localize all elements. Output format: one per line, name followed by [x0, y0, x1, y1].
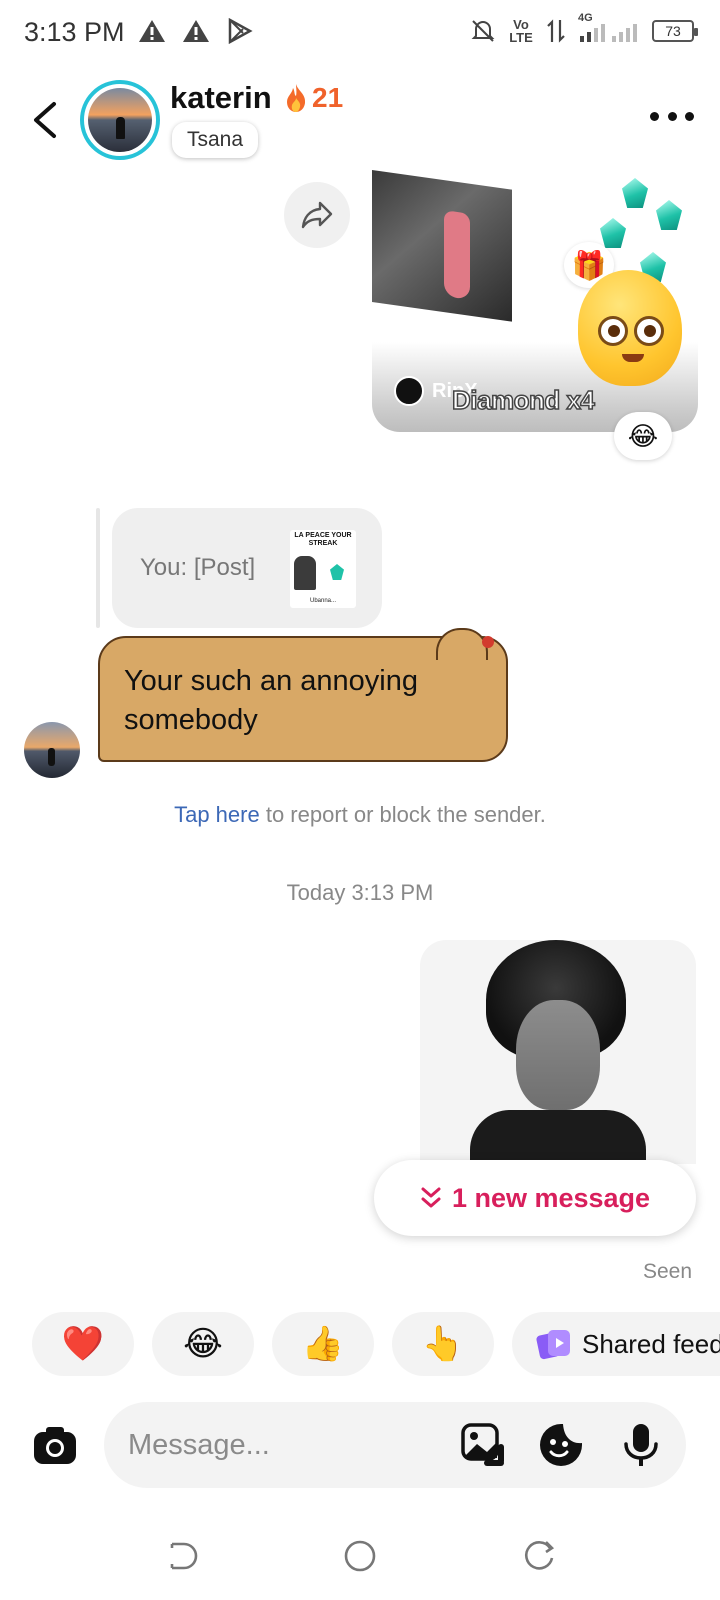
post-photo	[372, 170, 512, 322]
post-photo-detail	[444, 210, 470, 300]
signal-icon: 4G	[578, 12, 640, 44]
photo-message[interactable]	[420, 940, 696, 1164]
reply-thumbnail-title: LA PEACE YOUR STREAK	[294, 532, 352, 547]
mascot-eye	[598, 316, 628, 346]
sticker-button[interactable]	[538, 1422, 584, 1468]
streak-indicator: 21	[284, 82, 343, 114]
camera-button[interactable]	[32, 1422, 78, 1468]
author-avatar-icon	[394, 376, 424, 406]
shared-post[interactable]: 🎁 RipX Diamond x4	[372, 170, 698, 432]
contact-name[interactable]: katerin	[170, 80, 272, 116]
dot-icon	[650, 111, 659, 121]
report-link[interactable]: Tap here	[174, 802, 260, 827]
sender-avatar[interactable]	[24, 722, 80, 778]
back-button[interactable]	[26, 98, 66, 142]
reply-quote-text: You: [Post]	[140, 554, 256, 581]
back-nav-button[interactable]	[522, 1538, 558, 1574]
new-message-label: 1 new message	[451, 1182, 651, 1213]
message-input[interactable]	[104, 1402, 686, 1488]
quick-reaction-point-up[interactable]: 👆	[392, 1312, 494, 1376]
mascot-mouth	[622, 354, 644, 362]
mascot-eye	[634, 316, 664, 346]
thumbnail-figure	[294, 556, 316, 590]
shared-feed-icon	[536, 1330, 570, 1360]
status-time: 3:13 PM	[24, 17, 125, 47]
chat-header: katerin 21 Tsana	[0, 70, 720, 170]
battery-indicator: 73	[652, 20, 698, 42]
dot-icon	[685, 111, 694, 121]
microphone-button[interactable]	[618, 1422, 664, 1468]
apple-decoration-icon	[482, 636, 494, 648]
photo-detail	[470, 1110, 646, 1164]
dot-icon	[667, 111, 677, 121]
received-message-bubble[interactable]: Your such an annoying somebody	[98, 628, 508, 762]
quick-reaction-thumbs-up[interactable]: 👍	[272, 1312, 374, 1376]
warning-icon	[183, 20, 209, 42]
post-caption: Diamond x4	[451, 384, 595, 416]
message-composer	[0, 1400, 720, 1490]
shared-feed-button[interactable]: Shared feed	[512, 1312, 720, 1376]
recents-button[interactable]	[164, 1538, 200, 1574]
username-pill[interactable]: Tsana	[172, 122, 259, 158]
share-arrow-icon	[301, 201, 333, 229]
more-options-button[interactable]	[650, 106, 694, 126]
diamond-icon	[656, 200, 682, 230]
chat-thread[interactable]: 🎁 RipX Diamond x4 😂 You: [Post] LA PEACE…	[0, 170, 720, 1300]
reply-quote[interactable]: You: [Post] LA PEACE YOUR STREAK Ubanna.…	[112, 508, 382, 628]
status-bar: 3:13 PM Vo LTE 4G 73	[0, 0, 720, 64]
new-message-button[interactable]: 1 new message	[374, 1160, 696, 1236]
quick-reactions: ❤️ 😂 👍 👆 Shared feed	[0, 1312, 720, 1376]
message-text: Your such an annoying somebody	[124, 665, 418, 736]
message-timestamp: Today 3:13 PM	[286, 880, 434, 905]
streak-count: 21	[312, 82, 344, 113]
warning-icon	[139, 20, 165, 42]
data-arrows-icon	[547, 19, 565, 43]
diamond-icon	[330, 564, 344, 580]
seen-status: Seen	[642, 1260, 692, 1283]
reply-thumbnail-footer: Ubanna...	[309, 598, 337, 604]
quick-reaction-heart[interactable]: ❤️	[32, 1312, 134, 1376]
diamond-icon	[622, 178, 648, 208]
mute-icon	[471, 20, 495, 42]
photo-detail	[516, 1000, 600, 1110]
reply-thumbnail: LA PEACE YOUR STREAK Ubanna...	[290, 530, 356, 608]
double-chevron-down-icon	[421, 1187, 441, 1208]
mascot-illustration	[578, 270, 682, 386]
reply-indicator-bar	[96, 508, 100, 628]
report-text: to report or block the sender.	[259, 802, 546, 827]
forward-button[interactable]	[284, 182, 350, 248]
play-store-icon	[228, 18, 253, 44]
volte-indicator: Vo LTE	[509, 17, 533, 45]
shared-feed-label: Shared feed	[582, 1328, 720, 1359]
avatar-image	[88, 88, 152, 152]
fire-icon	[287, 84, 306, 112]
report-notice: Tap here to report or block the sender.	[0, 802, 720, 828]
quick-reaction-laugh[interactable]: 😂	[152, 1312, 254, 1376]
contact-avatar[interactable]	[80, 80, 160, 160]
home-button[interactable]	[342, 1538, 378, 1574]
status-indicators: Vo LTE 4G 73	[470, 12, 698, 45]
system-navigation-bar	[0, 1510, 720, 1600]
gallery-button[interactable]	[460, 1422, 506, 1468]
message-reaction[interactable]: 😂	[614, 412, 672, 460]
diamond-icon	[600, 218, 626, 248]
